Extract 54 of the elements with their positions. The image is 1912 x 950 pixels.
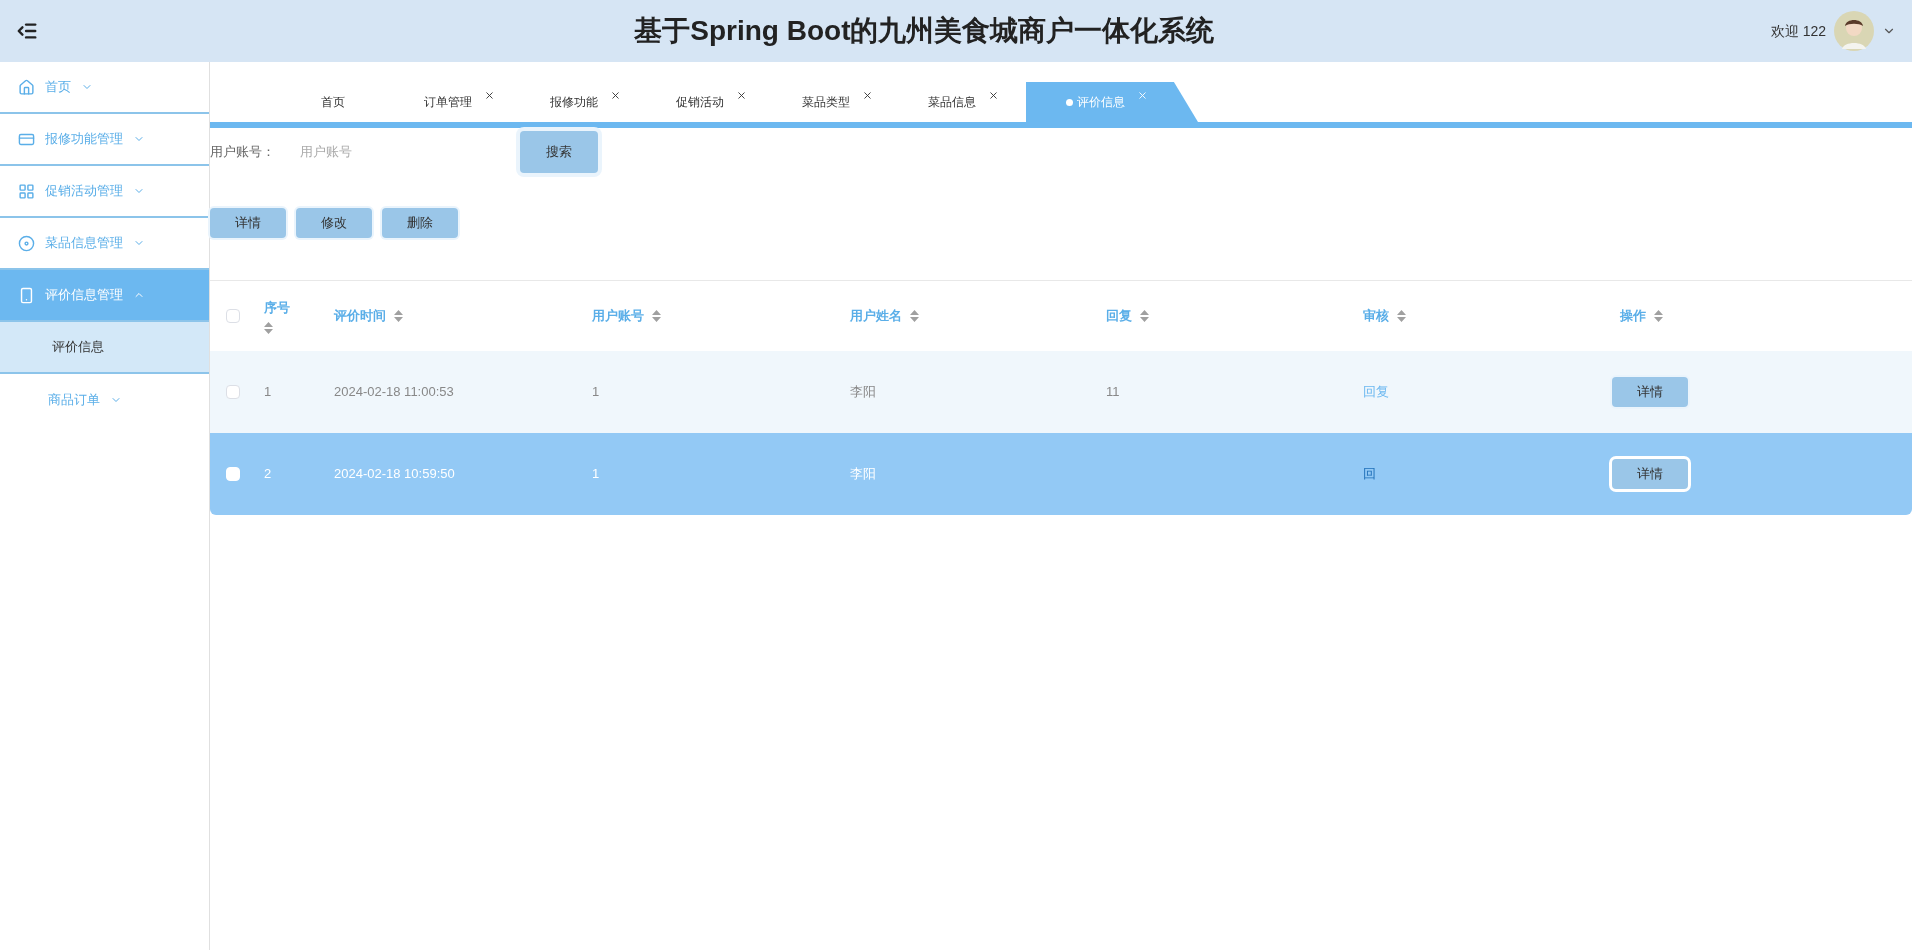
column-header: 操作: [1620, 307, 1646, 326]
checkbox[interactable]: [226, 385, 240, 399]
sidebar-subitem[interactable]: 评价信息: [0, 322, 209, 374]
tab[interactable]: 菜品类型: [774, 82, 900, 122]
disc-icon: [18, 234, 35, 252]
close-icon[interactable]: [735, 90, 747, 101]
tab[interactable]: 菜品信息: [900, 82, 1026, 122]
sort-icon[interactable]: [1654, 310, 1663, 322]
table-cell: 李阳: [850, 466, 876, 482]
sort-icon[interactable]: [652, 310, 661, 322]
column-header: 回复: [1106, 307, 1132, 326]
table-cell: 李阳: [850, 384, 876, 400]
action-button[interactable]: 详情: [210, 208, 286, 238]
sort-icon[interactable]: [1140, 310, 1149, 322]
tab[interactable]: 首页: [270, 82, 396, 122]
table-row[interactable]: 1 2024-02-18 11:00:53 1 李阳 11 回复 详情: [210, 351, 1912, 433]
account-input[interactable]: 用户账号: [300, 142, 520, 162]
table-cell: 1: [592, 384, 600, 400]
detail-button[interactable]: 详情: [1612, 377, 1688, 407]
home-icon: [18, 78, 35, 96]
table-cell: 2024-02-18 11:00:53: [334, 384, 454, 400]
column-header: 审核: [1363, 307, 1389, 326]
tab[interactable]: 订单管理: [396, 82, 522, 122]
field-label: 用户账号：: [210, 143, 276, 162]
sort-icon[interactable]: [394, 310, 403, 322]
tab[interactable]: 促销活动: [648, 82, 774, 122]
table-cell: 2024-02-18 10:59:50: [334, 466, 455, 482]
table-cell: 2: [264, 466, 272, 482]
phone-icon: [18, 286, 35, 304]
avatar[interactable]: [1834, 11, 1874, 51]
sort-icon[interactable]: [1397, 310, 1406, 322]
menu-icon[interactable]: [16, 20, 38, 42]
table-cell: 1: [592, 466, 600, 482]
table-cell: 1: [264, 384, 272, 400]
close-icon[interactable]: [861, 90, 873, 101]
sort-icon[interactable]: [910, 310, 919, 322]
table-cell: 11: [1106, 384, 1120, 400]
close-icon[interactable]: [987, 90, 999, 101]
grid-icon: [18, 182, 35, 200]
close-icon[interactable]: [609, 90, 621, 101]
table-row[interactable]: 2 2024-02-18 10:59:50 1 李阳 回 详情: [210, 433, 1912, 515]
welcome-text: 欢迎 122: [1770, 21, 1826, 41]
column-header: 用户账号: [592, 307, 644, 326]
column-header: 用户姓名: [850, 307, 902, 326]
action-button[interactable]: 删除: [382, 208, 458, 238]
detail-button[interactable]: 详情: [1612, 459, 1688, 489]
action-button[interactable]: 修改: [296, 208, 372, 238]
checkbox[interactable]: [226, 309, 240, 323]
system-title: 基于Spring Boot的九州美食城商户一体化系统: [634, 14, 1215, 48]
column-header: 序号: [264, 299, 290, 318]
close-icon[interactable]: [483, 90, 495, 101]
sort-icon[interactable]: [264, 321, 273, 334]
column-header: 评价时间: [334, 307, 386, 326]
tab[interactable]: 报修功能: [522, 82, 648, 122]
